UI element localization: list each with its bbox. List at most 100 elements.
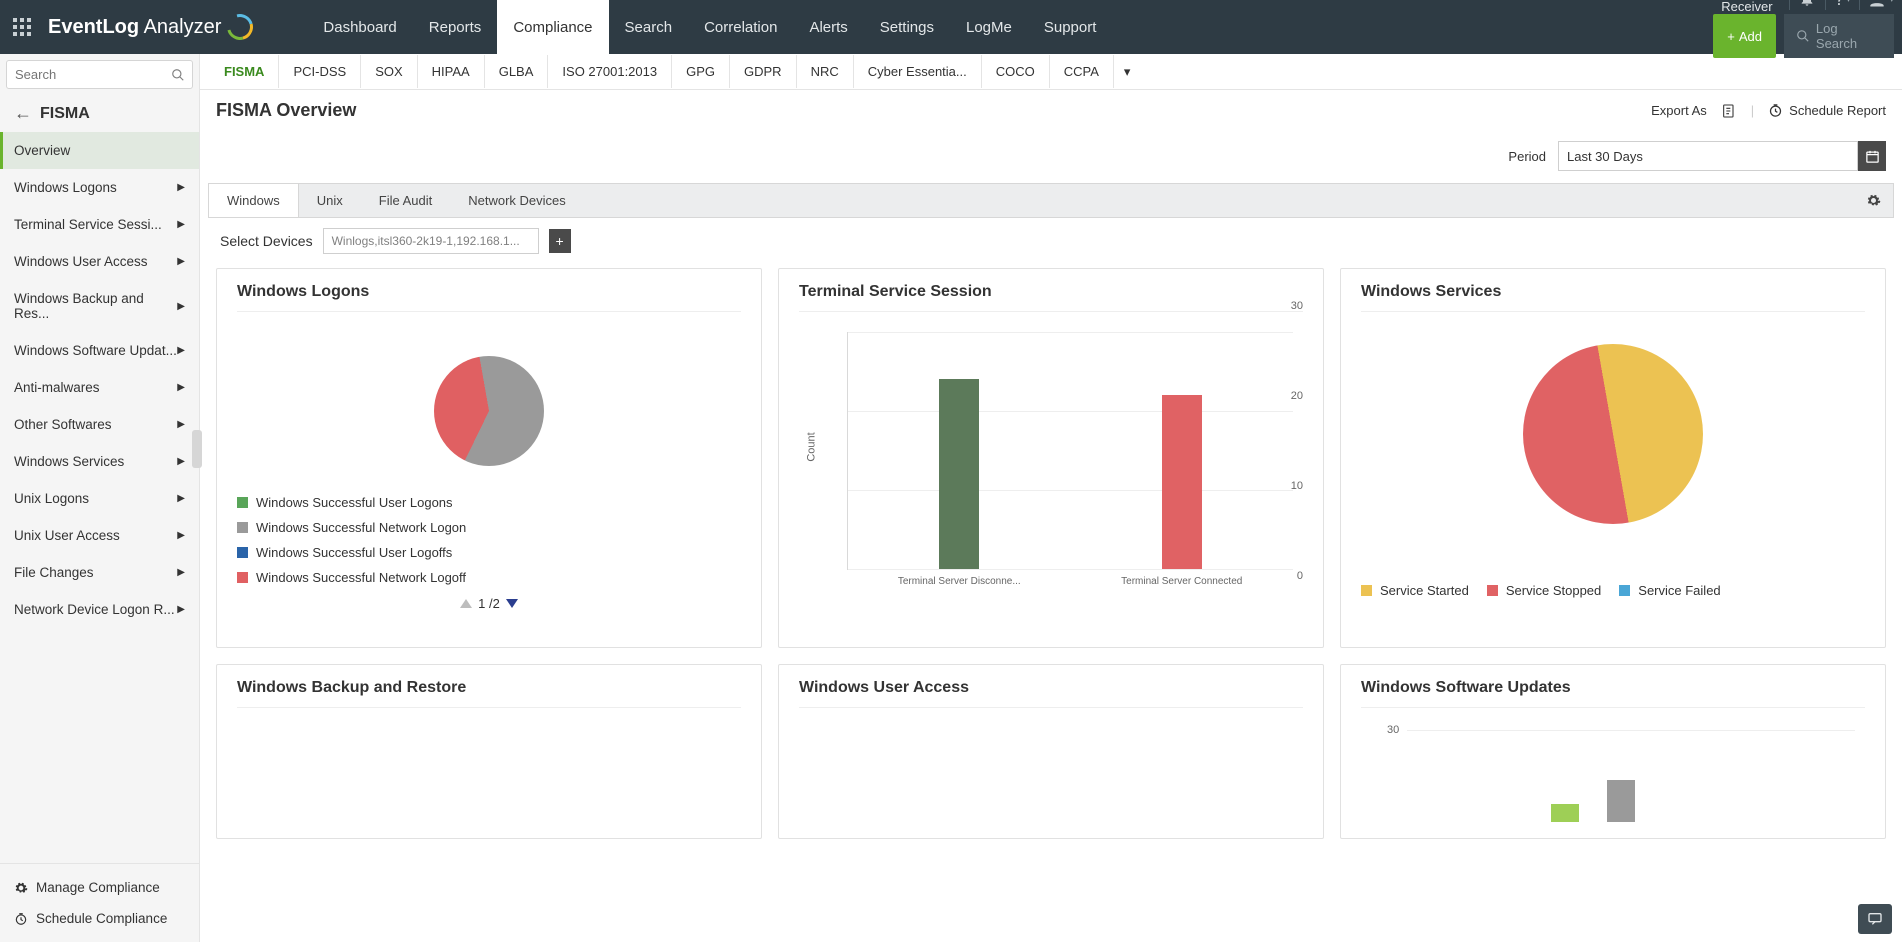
sidebar-item-other-softwares[interactable]: Other Softwares▶ bbox=[0, 406, 199, 443]
nav-compliance[interactable]: Compliance bbox=[497, 0, 608, 54]
sidebar-item-windows-software-updat-[interactable]: Windows Software Updat...▶ bbox=[0, 332, 199, 369]
subtab-iso-27001-2013[interactable]: ISO 27001:2013 bbox=[548, 55, 672, 88]
subtab-ccpa[interactable]: CCPA bbox=[1050, 55, 1114, 88]
nav-alerts[interactable]: Alerts bbox=[793, 0, 863, 54]
legend-label: Windows Successful Network Logoff bbox=[256, 570, 466, 585]
legend-swatch bbox=[237, 522, 248, 533]
legend-item: Windows Successful User Logoffs bbox=[237, 540, 466, 565]
sidebar-bottom-manage-compliance[interactable]: Manage Compliance bbox=[0, 872, 199, 903]
subtab-gpg[interactable]: GPG bbox=[672, 55, 730, 88]
period-select[interactable]: Last 30 Days bbox=[1558, 141, 1858, 171]
sidebar-item-unix-user-access[interactable]: Unix User Access▶ bbox=[0, 517, 199, 554]
device-tab-file-audit[interactable]: File Audit bbox=[361, 184, 450, 217]
subtab-cyber-essentia-[interactable]: Cyber Essentia... bbox=[854, 55, 982, 88]
legend-label: Windows Successful Network Logon bbox=[256, 520, 466, 535]
bar-chart: Count Terminal Server Disconne...Termina… bbox=[799, 326, 1303, 596]
nav-logme[interactable]: LogMe bbox=[950, 0, 1028, 54]
sidebar-item-anti-malwares[interactable]: Anti-malwares▶ bbox=[0, 369, 199, 406]
sidebar-item-terminal-service-sessi-[interactable]: Terminal Service Sessi...▶ bbox=[0, 206, 199, 243]
legend-label: Windows Successful User Logons bbox=[256, 495, 453, 510]
log-search-button[interactable]: Log Search bbox=[1784, 14, 1894, 58]
notification-bell-icon[interactable]: 3 bbox=[1793, 0, 1821, 13]
log-receiver-link[interactable]: Log Receiver bbox=[1713, 0, 1784, 20]
chevron-right-icon: ▶ bbox=[177, 256, 185, 267]
chart-legend: Service StartedService StoppedService Fa… bbox=[1361, 578, 1865, 603]
logo-text-light: Analyzer bbox=[139, 16, 221, 38]
nav-settings[interactable]: Settings bbox=[864, 0, 950, 54]
subtab-hipaa[interactable]: HIPAA bbox=[418, 55, 485, 88]
sidebar-item-label: File Changes bbox=[14, 565, 94, 580]
user-menu-icon[interactable]: ▾ bbox=[1863, 0, 1898, 15]
chevron-right-icon: ▶ bbox=[177, 345, 185, 356]
card-windows-software-updates: Windows Software Updates 30 bbox=[1340, 664, 1886, 839]
sidebar-item-windows-services[interactable]: Windows Services▶ bbox=[0, 443, 199, 480]
sidebar-item-windows-logons[interactable]: Windows Logons▶ bbox=[0, 169, 199, 206]
clock-icon bbox=[14, 912, 28, 926]
back-arrow-icon[interactable]: ← bbox=[14, 103, 32, 124]
app-launcher-icon[interactable] bbox=[0, 0, 44, 54]
pie-chart bbox=[1523, 344, 1703, 524]
y-tick: 30 bbox=[1291, 300, 1303, 312]
nav-reports[interactable]: Reports bbox=[413, 0, 498, 54]
sidebar-item-windows-backup-and-res-[interactable]: Windows Backup and Res...▶ bbox=[0, 280, 199, 332]
bar bbox=[1607, 780, 1635, 822]
subtab-fisma[interactable]: FISMA bbox=[210, 55, 279, 88]
chevron-right-icon: ▶ bbox=[177, 567, 185, 578]
help-icon[interactable]: ? ▾ bbox=[1830, 0, 1855, 16]
chevron-right-icon: ▶ bbox=[177, 419, 185, 430]
select-devices-input[interactable]: Winlogs,itsl360-2k19-1,192.168.1... bbox=[323, 228, 539, 254]
calendar-button[interactable] bbox=[1858, 141, 1886, 171]
sidebar-item-network-device-logon-r-[interactable]: Network Device Logon R...▶ bbox=[0, 591, 199, 628]
sidebar-item-windows-user-access[interactable]: Windows User Access▶ bbox=[0, 243, 199, 280]
subtab-gdpr[interactable]: GDPR bbox=[730, 55, 797, 88]
legend-swatch bbox=[237, 547, 248, 558]
chat-fab-icon[interactable] bbox=[1858, 904, 1892, 934]
subtab-coco[interactable]: COCO bbox=[982, 55, 1050, 88]
nav-support[interactable]: Support bbox=[1028, 0, 1113, 54]
page-title: FISMA Overview bbox=[216, 100, 356, 121]
device-tab-network-devices[interactable]: Network Devices bbox=[450, 184, 584, 217]
pager-next-icon[interactable] bbox=[506, 599, 518, 608]
left-panel: ← FISMA OverviewWindows Logons▶Terminal … bbox=[0, 54, 200, 942]
nav-correlation[interactable]: Correlation bbox=[688, 0, 793, 54]
card-title: Windows Logons bbox=[237, 283, 741, 312]
add-button-label: Add bbox=[1739, 29, 1762, 44]
add-device-button[interactable]: + bbox=[549, 229, 571, 253]
sidebar-search-input[interactable] bbox=[6, 60, 193, 89]
legend-swatch bbox=[1361, 585, 1372, 596]
nav-search[interactable]: Search bbox=[609, 0, 689, 54]
schedule-report-link[interactable]: Schedule Report bbox=[1768, 103, 1886, 118]
legend-item: Service Started bbox=[1361, 578, 1469, 603]
device-tab-windows[interactable]: Windows bbox=[209, 184, 299, 217]
subtab-pci-dss[interactable]: PCI-DSS bbox=[279, 55, 361, 88]
chevron-right-icon: ▶ bbox=[177, 182, 185, 193]
add-button[interactable]: +Add bbox=[1713, 14, 1776, 58]
card-title: Terminal Service Session bbox=[799, 283, 1303, 312]
sidebar-bottom-schedule-compliance[interactable]: Schedule Compliance bbox=[0, 903, 199, 934]
device-tab-unix[interactable]: Unix bbox=[299, 184, 361, 217]
nav-dashboard[interactable]: Dashboard bbox=[307, 0, 412, 54]
sidebar-item-label: Windows Backup and Res... bbox=[14, 291, 177, 321]
device-tabs-settings-icon[interactable] bbox=[1854, 185, 1893, 216]
subtab-sox[interactable]: SOX bbox=[361, 55, 417, 88]
card-terminal-service: Terminal Service Session Count Terminal … bbox=[778, 268, 1324, 648]
export-pdf-icon[interactable] bbox=[1721, 103, 1737, 119]
y-tick: 0 bbox=[1297, 570, 1303, 582]
legend-swatch bbox=[237, 497, 248, 508]
divider bbox=[1825, 0, 1826, 10]
export-as-link[interactable]: Export As bbox=[1651, 103, 1707, 118]
legend-label: Service Started bbox=[1380, 583, 1469, 598]
panel-resize-grip[interactable] bbox=[192, 430, 202, 468]
logo-swirl-icon bbox=[227, 14, 253, 40]
sidebar-item-file-changes[interactable]: File Changes ▶ bbox=[0, 554, 199, 591]
sidebar-item-overview[interactable]: Overview bbox=[0, 132, 199, 169]
subtab-more-icon[interactable]: ▾ bbox=[1114, 56, 1141, 88]
sidebar-item-unix-logons[interactable]: Unix Logons▶ bbox=[0, 480, 199, 517]
chevron-right-icon: ▶ bbox=[177, 219, 185, 230]
period-value: Last 30 Days bbox=[1567, 149, 1643, 164]
subtab-glba[interactable]: GLBA bbox=[485, 55, 549, 88]
subtab-nrc[interactable]: NRC bbox=[797, 55, 854, 88]
legend-item: Windows Successful Network Logon bbox=[237, 515, 466, 540]
pager-prev-icon[interactable] bbox=[460, 599, 472, 608]
period-row: Period Last 30 Days bbox=[200, 133, 1902, 183]
